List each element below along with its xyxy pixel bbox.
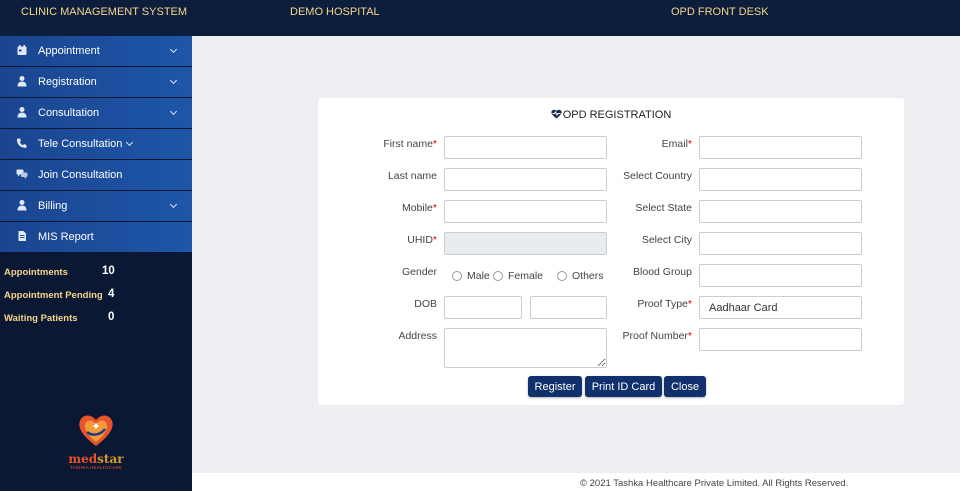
sidebar-item-label: Billing — [38, 200, 68, 212]
calendar-icon — [17, 45, 27, 55]
proof-number-input[interactable] — [699, 328, 862, 351]
chevron-down-icon — [126, 138, 134, 147]
sidebar-item-tele-consultation[interactable]: Tele Consultation — [0, 129, 192, 160]
sidebar-item-mis-report[interactable]: MIS Report — [0, 222, 192, 253]
sidebar-item-label: Consultation — [38, 107, 100, 119]
form-title: OPD REGISTRATION — [318, 109, 904, 121]
sidebar-menu: Appointment Registration Consultation Te… — [0, 36, 192, 253]
dob-label: DOB — [414, 298, 437, 310]
main-content: OPD REGISTRATION First name* Last name M… — [192, 36, 960, 473]
radio-circle — [493, 271, 503, 281]
email-input[interactable] — [699, 136, 862, 159]
gender-female-radio[interactable]: Female — [493, 270, 543, 282]
proof-number-label: Proof Number* — [622, 330, 692, 342]
last-name-input[interactable] — [444, 168, 607, 191]
gender-others-radio[interactable]: Others — [557, 270, 604, 282]
dob-input-1[interactable] — [444, 296, 522, 319]
address-label: Address — [398, 330, 437, 342]
blood-group-label: Blood Group — [633, 266, 692, 278]
footer: © 2021 Tashka Healthcare Private Limited… — [192, 473, 960, 491]
sidebar-item-label: Tele Consultation — [38, 138, 123, 150]
stat-value: 10 — [102, 265, 115, 277]
country-label: Select Country — [623, 170, 692, 182]
register-button[interactable]: Register — [528, 376, 582, 397]
form-title-text: OPD REGISTRATION — [562, 109, 672, 121]
mobile-label: Mobile* — [401, 202, 437, 214]
document-icon — [18, 231, 26, 241]
blood-group-input[interactable] — [699, 264, 862, 287]
sidebar-item-billing[interactable]: Billing — [0, 191, 192, 222]
copyright-text: © 2021 Tashka Healthcare Private Limited… — [580, 478, 849, 489]
proof-type-label: Proof Type* — [637, 298, 692, 310]
heartbeat-icon — [551, 109, 562, 119]
brand-tagline: TASHKA HEALTHCARE — [70, 465, 122, 470]
radio-circle — [557, 271, 567, 281]
chevron-down-icon — [169, 107, 178, 116]
proof-type-select[interactable] — [699, 296, 862, 319]
uhid-label: UHID* — [407, 234, 437, 246]
stat-value: 0 — [108, 311, 115, 323]
heart-hands-icon — [79, 415, 113, 446]
sidebar-item-appointment[interactable]: Appointment — [0, 36, 192, 67]
desk-name: OPD FRONT DESK — [671, 6, 769, 18]
first-name-input[interactable] — [444, 136, 607, 159]
print-id-card-button[interactable]: Print ID Card — [585, 376, 662, 397]
chevron-down-icon — [169, 200, 178, 209]
stat-label: Appointments — [4, 267, 68, 278]
country-select[interactable] — [699, 168, 862, 191]
sidebar-item-label: Join Consultation — [38, 169, 123, 181]
radio-circle — [452, 271, 462, 281]
stat-appointment-pending: Appointment Pending 4 — [0, 286, 192, 309]
brand-star: star — [97, 452, 124, 466]
dob-input-2[interactable] — [530, 296, 607, 319]
first-name-label: First name* — [383, 138, 437, 150]
chat-icon — [16, 169, 28, 179]
city-label: Select City — [641, 234, 692, 246]
stat-value: 4 — [108, 288, 115, 300]
user-icon — [17, 107, 27, 118]
sidebar-item-label: Registration — [38, 76, 97, 88]
stat-appointments: Appointments 10 — [0, 263, 192, 286]
stat-label: Appointment Pending — [4, 290, 103, 301]
gender-label: Gender — [401, 266, 437, 278]
mobile-input[interactable] — [444, 200, 607, 223]
brand-med: med — [68, 452, 98, 466]
state-select[interactable] — [699, 200, 862, 223]
sidebar-item-registration[interactable]: Registration — [0, 67, 192, 98]
address-textarea[interactable] — [444, 328, 607, 368]
opd-registration-card: OPD REGISTRATION First name* Last name M… — [318, 98, 904, 405]
gender-male-radio[interactable]: Male — [452, 270, 490, 282]
city-select[interactable] — [699, 232, 862, 255]
stats-panel: Appointments 10 Appointment Pending 4 Wa… — [0, 263, 192, 332]
sidebar-item-label: MIS Report — [38, 231, 94, 243]
stat-waiting-patients: Waiting Patients 0 — [0, 309, 192, 332]
uhid-input — [444, 232, 607, 255]
medstar-logo: medstar TASHKA HEALTHCARE — [68, 412, 124, 470]
top-header: CLINIC MANAGEMENT SYSTEM DEMO HOSPITAL O… — [0, 0, 960, 36]
chevron-down-icon — [169, 45, 178, 54]
state-label: Select State — [635, 202, 692, 214]
sidebar-item-consultation[interactable]: Consultation — [0, 98, 192, 129]
hospital-name: DEMO HOSPITAL — [290, 6, 380, 18]
user-icon — [17, 76, 27, 87]
email-label: Email* — [661, 138, 692, 150]
system-name: CLINIC MANAGEMENT SYSTEM — [21, 6, 188, 18]
phone-icon — [17, 138, 27, 148]
stat-label: Waiting Patients — [4, 313, 78, 324]
user-icon — [17, 200, 27, 211]
close-button[interactable]: Close — [664, 376, 706, 397]
last-name-label: Last name — [387, 170, 437, 182]
sidebar-item-join-consultation[interactable]: Join Consultation — [0, 160, 192, 191]
chevron-down-icon — [169, 76, 178, 85]
sidebar: Appointment Registration Consultation Te… — [0, 36, 192, 491]
sidebar-item-label: Appointment — [38, 45, 100, 57]
